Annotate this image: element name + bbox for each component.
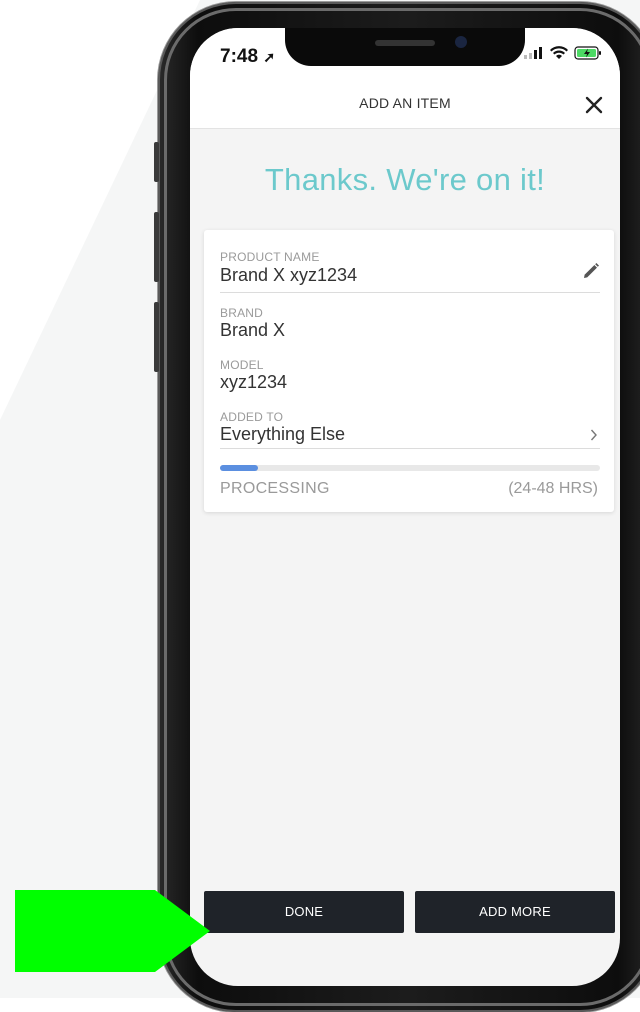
camera-icon (455, 36, 467, 48)
signal-icon (524, 47, 542, 59)
divider (220, 292, 600, 293)
highlight-arrow (15, 890, 210, 972)
divider (220, 448, 600, 449)
wifi-icon (550, 46, 568, 59)
done-button[interactable]: DONE (204, 891, 404, 933)
processing-progress-bar (220, 465, 600, 471)
chevron-right-icon (590, 429, 597, 441)
added-to-row[interactable]: ADDED TO Everything Else (204, 406, 614, 448)
status-bar: 7:48 ➚ (190, 28, 620, 83)
progress-fill (220, 465, 258, 471)
battery-charging-icon (574, 46, 601, 60)
add-more-button[interactable]: ADD MORE (415, 891, 615, 933)
product-name-label: PRODUCT NAME (220, 250, 320, 264)
added-to-label: ADDED TO (220, 410, 284, 424)
page-header: ADD AN ITEM (190, 83, 620, 129)
status-icons (524, 46, 602, 60)
app-screen: 7:48 ➚ ADD AN ITEM Thanks. We're on it! … (190, 28, 620, 986)
location-arrow-icon: ➚ (263, 49, 276, 65)
item-summary-card: PRODUCT NAME Brand X xyz1234 BRAND Brand… (204, 230, 614, 512)
close-icon[interactable] (582, 93, 606, 117)
brand-label: BRAND (220, 306, 264, 320)
confirmation-headline: Thanks. We're on it! (264, 162, 546, 197)
product-name-value: Brand X xyz1234 (220, 265, 358, 285)
processing-eta: (24-48 HRS) (508, 480, 598, 497)
page-title: ADD AN ITEM (359, 95, 451, 111)
notch (285, 28, 525, 66)
processing-status: PROCESSING (220, 480, 330, 497)
model-label: MODEL (220, 358, 264, 372)
pencil-icon[interactable] (582, 262, 600, 280)
model-value: xyz1234 (220, 372, 288, 392)
added-to-value: Everything Else (220, 424, 346, 444)
status-time: 7:48 ➚ (220, 46, 276, 67)
brand-value: Brand X (220, 320, 286, 340)
